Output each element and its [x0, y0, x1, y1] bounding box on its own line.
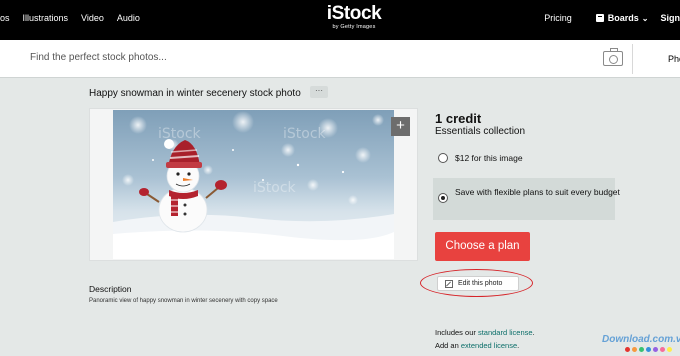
option-flexible-plan[interactable]: Save with flexible plans to suit every b…: [438, 186, 623, 203]
camera-search-icon[interactable]: [603, 48, 623, 66]
watermark-dot: [632, 347, 637, 352]
download-watermark: Download.com.vn: [602, 334, 680, 345]
image-watermark: iStock: [283, 242, 327, 258]
description-heading: Description: [89, 284, 132, 294]
extended-license-link[interactable]: extended license: [461, 341, 517, 350]
boards-icon: [595, 14, 604, 22]
watermark-dot: [646, 347, 651, 352]
includes-suffix: .: [532, 328, 535, 337]
edit-icon: [445, 279, 453, 288]
search-bar: Pho: [0, 40, 680, 78]
sign-in-link[interactable]: Sign: [661, 13, 680, 23]
option-flexible-plan-label: Save with flexible plans to suit every b…: [455, 187, 620, 197]
pricing-link[interactable]: Pricing: [544, 13, 572, 23]
istock-logo[interactable]: iStock by Getty Images: [324, 4, 384, 31]
nav-audio-link[interactable]: Audio: [117, 13, 140, 23]
includes-prefix: Includes our: [435, 328, 478, 337]
choose-plan-button[interactable]: Choose a plan: [435, 232, 530, 261]
image-watermark: iStock: [283, 126, 327, 142]
price-credit: 1 credit: [435, 111, 482, 126]
image-watermark: iStock: [158, 126, 202, 142]
collection-name: Essentials collection: [435, 126, 526, 137]
watermark-dot: [653, 347, 658, 352]
watermark-dot: [667, 347, 672, 352]
top-nav: os Illustrations Video Audio iStock by G…: [0, 0, 680, 40]
nav-illustrations-link[interactable]: Illustrations: [23, 13, 69, 23]
stock-photo[interactable]: iStock iStock iStock iStock: [113, 110, 394, 259]
snowman-scene: iStock iStock iStock iStock: [113, 111, 394, 259]
nav-video-link[interactable]: Video: [81, 13, 104, 23]
add-to-board-button[interactable]: +: [391, 117, 410, 136]
option-single-image[interactable]: $12 for this image: [438, 153, 523, 163]
boards-menu[interactable]: Boards ⌄: [595, 13, 649, 23]
logo-tagline: by Getty Images: [332, 24, 376, 30]
watermark-dot: [639, 347, 644, 352]
page-title: Happy snowman in winter secenery stock p…: [89, 88, 301, 99]
boards-label: Boards: [607, 13, 639, 23]
edit-photo-button[interactable]: Edit this photo: [437, 276, 519, 291]
watermark-dot: [625, 347, 630, 352]
radio-single-image[interactable]: [438, 153, 448, 163]
nav-account: Pricing Boards ⌄ Sign: [544, 13, 680, 23]
logo-wordmark: iStock: [326, 3, 382, 24]
edit-photo-label: Edit this photo: [458, 280, 503, 287]
search-input[interactable]: [30, 52, 430, 63]
search-divider: [632, 44, 633, 74]
license-includes: Includes our standard license.: [435, 328, 535, 337]
chevron-down-icon: ⌄: [641, 13, 649, 23]
add-suffix: .: [517, 341, 520, 350]
license-extended: Add an extended license.: [435, 341, 519, 350]
image-watermark: iStock: [253, 180, 297, 196]
description-text: Panoramic view of happy snowman in winte…: [89, 298, 278, 304]
nav-media-links: os Illustrations Video Audio: [0, 13, 153, 23]
more-options-button[interactable]: ···: [310, 86, 328, 98]
watermark-dots: [625, 347, 677, 353]
option-single-image-label: $12 for this image: [455, 153, 523, 163]
watermark-dot: [660, 347, 665, 352]
media-type-select[interactable]: Pho: [668, 54, 680, 64]
add-prefix: Add an: [435, 341, 461, 350]
nav-photos-link[interactable]: os: [0, 13, 10, 23]
standard-license-link[interactable]: standard license: [478, 328, 533, 337]
radio-flexible-plan[interactable]: [438, 193, 448, 203]
